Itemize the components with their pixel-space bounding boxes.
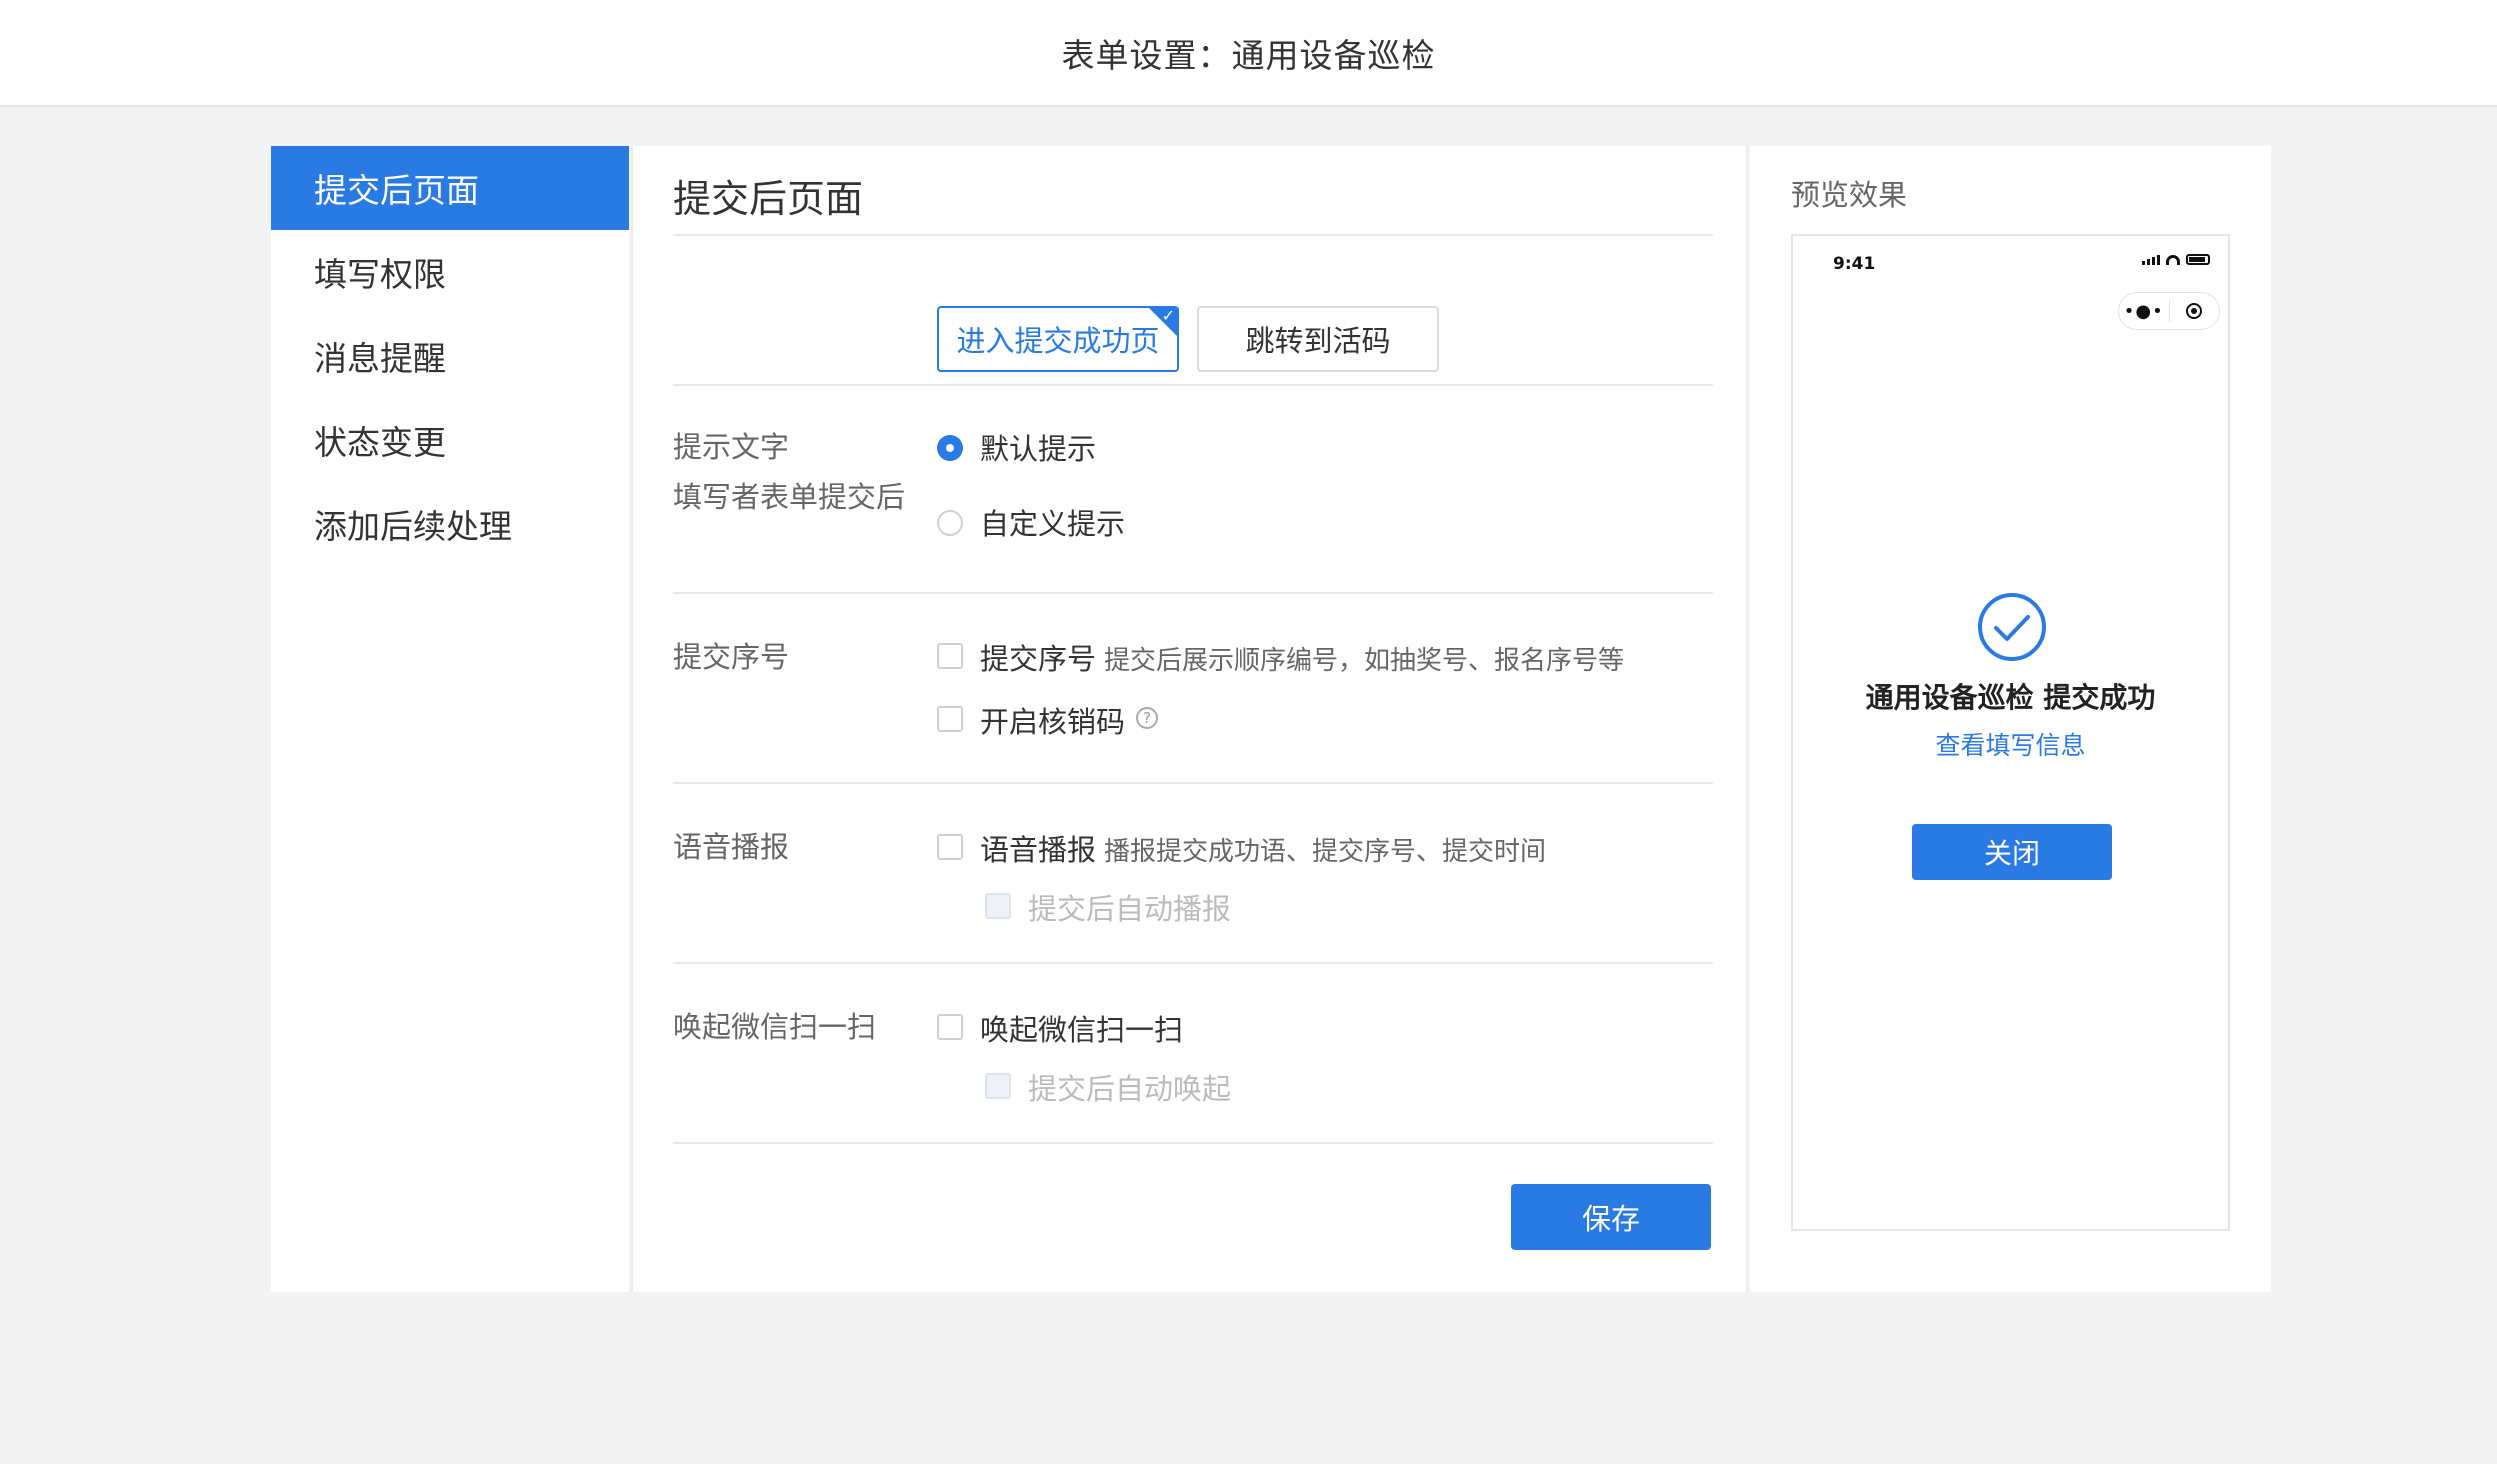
signal-icon [2142, 255, 2160, 265]
auto-voice-checkbox [985, 893, 1011, 919]
voice-option-label: 语音播报 [980, 833, 1097, 867]
close-button[interactable]: 关闭 [1912, 824, 2112, 880]
more-icon: •●• [2123, 300, 2164, 322]
radio-default-prompt[interactable] [937, 435, 963, 461]
page-title: 表单设置：通用设备巡检 [1061, 35, 1436, 75]
divider [673, 384, 1713, 386]
status-icons [2142, 254, 2210, 265]
sidebar-item-after-submit-page[interactable]: 提交后页面 [271, 146, 629, 230]
wechat-scan-label: 唤起微信扫一扫 [673, 1010, 877, 1044]
auto-scan-checkbox [985, 1073, 1011, 1099]
success-message: 通用设备巡检 提交成功 [1865, 681, 2156, 714]
sidebar-item-status-change[interactable]: 状态变更 [271, 398, 629, 482]
status-time: 9:41 [1833, 254, 1876, 274]
save-button[interactable]: 保存 [1511, 1184, 1711, 1250]
settings-panel: 提交后页面 填写者表单提交后 进入提交成功页 ✓ 跳转到活码 提示文字 默认提示… [631, 146, 1748, 1292]
check-icon: ✓ [1161, 306, 1175, 325]
divider [673, 234, 1713, 236]
verify-code-checkbox[interactable] [937, 706, 963, 732]
default-prompt-label: 默认提示 [980, 432, 1097, 466]
divider [673, 592, 1713, 594]
option-success-page-label: 进入提交成功页 [956, 324, 1160, 358]
close-target-icon [2170, 303, 2220, 319]
auto-scan-label: 提交后自动唤起 [1028, 1072, 1232, 1106]
panel-title: 提交后页面 [673, 177, 864, 221]
voice-description: 播报提交成功语、提交序号、提交时间 [1104, 837, 1547, 867]
after-submit-label: 填写者表单提交后 [673, 480, 906, 514]
wifi-icon [2166, 255, 2180, 265]
sidebar-item-add-follow-up[interactable]: 添加后续处理 [271, 482, 629, 566]
divider [673, 1142, 1713, 1144]
radio-custom-prompt[interactable] [937, 510, 963, 536]
option-live-code-button[interactable]: 跳转到活码 [1197, 306, 1439, 372]
submit-number-option-label: 提交序号 [980, 642, 1097, 676]
prompt-text-label: 提示文字 [673, 430, 790, 464]
divider [673, 782, 1713, 784]
mini-program-capsule: •●• [2118, 292, 2220, 330]
verify-code-label: 开启核销码 [980, 705, 1126, 739]
sidebar-item-message-reminder[interactable]: 消息提醒 [271, 314, 629, 398]
voice-label: 语音播报 [673, 830, 790, 864]
wechat-scan-checkbox[interactable] [937, 1014, 963, 1040]
auto-voice-label: 提交后自动播报 [1028, 892, 1232, 926]
preview-title: 预览效果 [1791, 178, 1908, 212]
submit-number-label: 提交序号 [673, 640, 790, 674]
sidebar-item-fill-permission[interactable]: 填写权限 [271, 230, 629, 314]
divider [673, 962, 1713, 964]
voice-checkbox[interactable] [937, 834, 963, 860]
preview-panel: 预览效果 9:41 •●• 通用设备巡检 提交成功 查看填写信息 关闭 [1750, 146, 2271, 1292]
view-info-link[interactable]: 查看填写信息 [1793, 726, 2228, 762]
voice-option: 语音播报 播报提交成功语、提交序号、提交时间 [980, 827, 1546, 869]
check-circle-icon [1978, 593, 2046, 661]
submit-number-option: 提交序号 提交后展示顺序编号，如抽奖号、报名序号等 [980, 636, 1624, 678]
option-live-code-label: 跳转到活码 [1245, 324, 1391, 358]
wechat-scan-option-label: 唤起微信扫一扫 [980, 1013, 1184, 1047]
phone-preview: 9:41 •●• 通用设备巡检 提交成功 查看填写信息 关闭 [1791, 234, 2230, 1231]
submit-number-checkbox[interactable] [937, 643, 963, 669]
battery-icon [2186, 254, 2210, 265]
option-success-page-button[interactable]: 进入提交成功页 ✓ [937, 306, 1179, 372]
custom-prompt-label: 自定义提示 [980, 507, 1126, 541]
top-bar: 表单设置：通用设备巡检 [0, 0, 2497, 107]
question-circle-icon[interactable]: ? [1136, 707, 1158, 729]
submit-number-description: 提交后展示顺序编号，如抽奖号、报名序号等 [1104, 646, 1625, 676]
settings-sidebar: 提交后页面 填写权限 消息提醒 状态变更 添加后续处理 [271, 146, 629, 1292]
